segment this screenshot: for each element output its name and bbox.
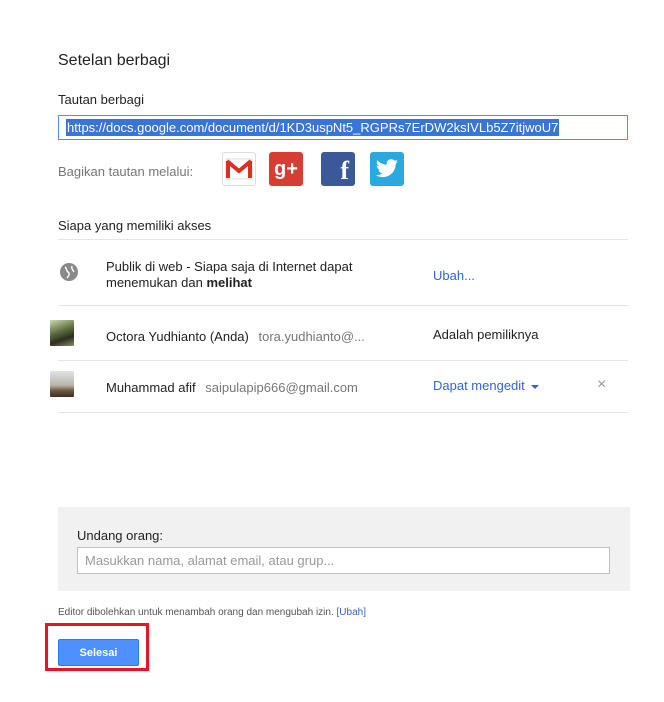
access-section-title: Siapa yang memiliki akses — [58, 218, 212, 233]
user-name: Muhammad afif — [106, 380, 196, 395]
globe-icon — [60, 263, 78, 281]
avatar — [50, 371, 74, 397]
user-email: saipulapip666@gmail.com — [205, 380, 358, 395]
invite-input[interactable] — [77, 547, 610, 574]
public-access-bold: melihat — [206, 275, 252, 290]
user-row-owner: Octora Yudhianto (Anda) tora.yudhianto@.… — [106, 329, 365, 344]
user-name: Octora Yudhianto (Anda) — [106, 329, 249, 344]
change-visibility-link[interactable]: Ubah... — [433, 268, 475, 283]
permission-dropdown[interactable]: Dapat mengedit — [433, 378, 539, 393]
public-access-description: Publik di web - Siapa saja di Internet d… — [106, 259, 406, 291]
user-row-editor: Muhammad afif saipulapip666@gmail.com — [106, 380, 358, 395]
share-link-field[interactable]: https://docs.google.com/document/d/1KD3u… — [58, 115, 628, 140]
share-link-label: Tautan berbagi — [58, 92, 145, 107]
user-email: tora.yudhianto@... — [258, 329, 365, 344]
dialog-title: Setelan berbagi — [58, 52, 171, 69]
invite-label: Undang orang: — [77, 528, 164, 543]
chevron-down-icon — [530, 384, 539, 389]
google-plus-icon[interactable]: g+ — [269, 152, 303, 186]
done-button[interactable]: Selesai — [58, 639, 139, 666]
owner-role-label: Adalah pemiliknya — [433, 327, 539, 342]
editor-note-text: Editor dibolehkan untuk menambah orang d… — [58, 607, 334, 618]
facebook-icon[interactable]: f — [321, 152, 355, 186]
twitter-icon[interactable] — [370, 152, 404, 186]
divider — [58, 360, 628, 361]
share-link-url[interactable]: https://docs.google.com/document/d/1KD3u… — [66, 119, 560, 136]
avatar — [50, 320, 74, 346]
share-via-label: Bagikan tautan melalui: — [58, 164, 194, 179]
divider — [58, 239, 628, 240]
google-plus-glyph: g+ — [274, 157, 298, 180]
divider — [58, 412, 628, 413]
permission-dropdown-label: Dapat mengedit — [433, 378, 525, 393]
gmail-icon[interactable] — [222, 152, 256, 186]
editor-permission-note: Editor dibolehkan untuk menambah orang d… — [58, 607, 366, 618]
divider — [58, 305, 628, 306]
facebook-glyph: f — [340, 156, 349, 185]
remove-user-icon[interactable]: × — [597, 376, 606, 394]
change-permission-link[interactable]: [Ubah] — [337, 607, 366, 618]
